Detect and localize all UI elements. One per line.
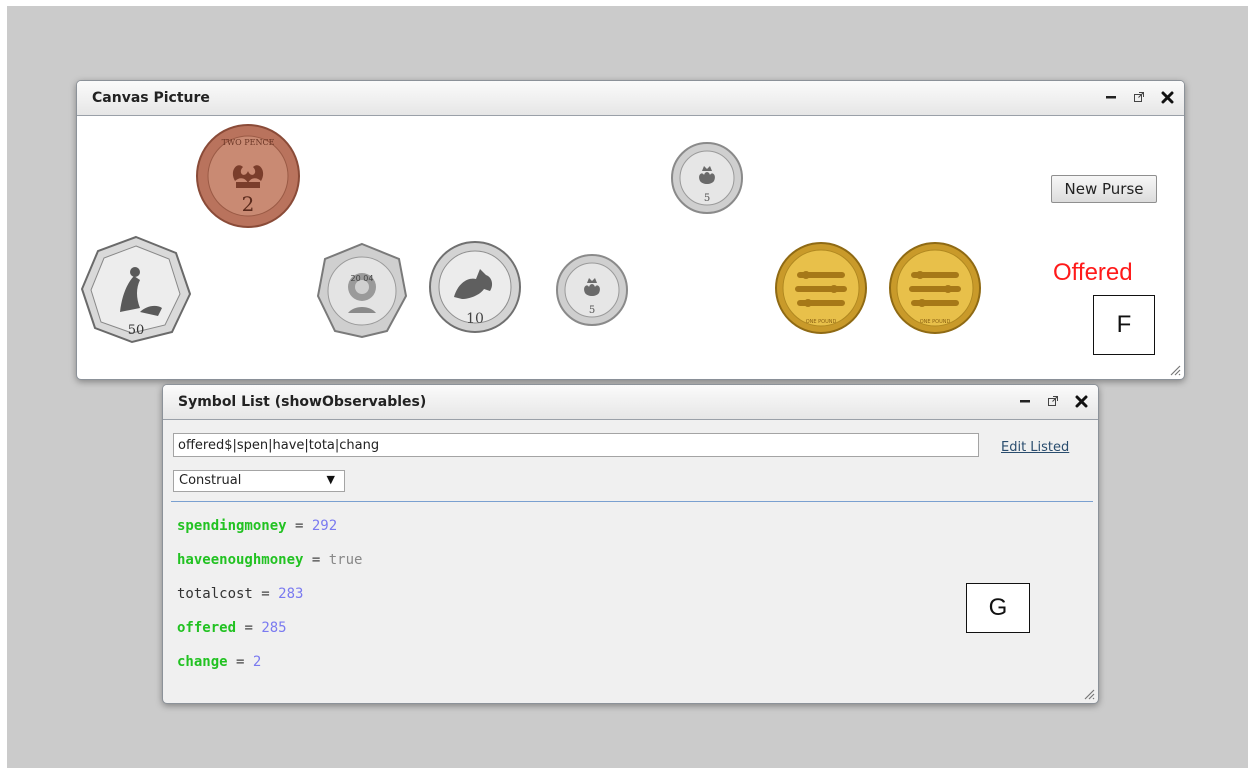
resize-grip-icon[interactable] bbox=[1081, 686, 1095, 700]
canvas-picture-window: Canvas Picture 2 TWO PENCE 5 50 20 04 10… bbox=[76, 80, 1185, 380]
svg-text:5: 5 bbox=[589, 305, 595, 316]
svg-text:TWO PENCE: TWO PENCE bbox=[222, 138, 275, 147]
construal-select-value: Construal bbox=[179, 473, 242, 488]
svg-text:10: 10 bbox=[466, 311, 484, 327]
observable-equals: = bbox=[303, 552, 329, 568]
construal-select[interactable]: Construal ▼ bbox=[173, 470, 345, 492]
resize-grip-icon[interactable] bbox=[1167, 362, 1181, 376]
coin-two-pence[interactable]: 2 TWO PENCE bbox=[195, 123, 301, 229]
observable-value: true bbox=[328, 552, 363, 568]
offered-status-text: Offered bbox=[1053, 259, 1133, 286]
observable-name[interactable]: haveenoughmoney bbox=[177, 552, 303, 568]
coin-one-pound-2[interactable]: ONE POUND bbox=[888, 241, 982, 335]
popout-icon[interactable] bbox=[1130, 87, 1148, 107]
minimize-icon[interactable] bbox=[1102, 87, 1120, 107]
annotation-label-f: F bbox=[1093, 295, 1155, 355]
observable-equals: = bbox=[227, 654, 253, 670]
observable-value: 283 bbox=[278, 586, 304, 602]
edit-listed-link[interactable]: Edit Listed bbox=[1001, 440, 1069, 455]
observable-name[interactable]: change bbox=[177, 654, 228, 670]
coin-one-pound-1[interactable]: ONE POUND bbox=[774, 241, 868, 335]
observable-equals: = bbox=[286, 518, 312, 534]
coin-fifty-pence[interactable]: 50 bbox=[80, 234, 192, 346]
annotation-label-g: G bbox=[966, 583, 1030, 633]
new-purse-button[interactable]: New Purse bbox=[1051, 175, 1157, 203]
svg-text:20 04: 20 04 bbox=[351, 274, 374, 283]
observable-name[interactable]: offered bbox=[177, 620, 236, 636]
observable-value: 285 bbox=[261, 620, 287, 636]
canvas-window-title: Canvas Picture bbox=[92, 90, 210, 106]
symbol-window-titlebar[interactable]: Symbol List (showObservables) bbox=[163, 385, 1098, 420]
svg-text:ONE POUND: ONE POUND bbox=[806, 319, 837, 325]
coin-five-pence-bottom[interactable]: 5 bbox=[555, 253, 629, 327]
observable-name[interactable]: totalcost bbox=[177, 586, 253, 602]
observable-value: 292 bbox=[311, 518, 338, 534]
coin-five-pence-top[interactable]: 5 bbox=[670, 141, 744, 215]
observable-row[interactable]: totalcost = 283 bbox=[177, 581, 362, 615]
divider bbox=[171, 501, 1093, 502]
observable-row[interactable]: change = 2 bbox=[177, 649, 362, 683]
observable-equals: = bbox=[236, 620, 262, 636]
svg-text:2: 2 bbox=[242, 192, 255, 216]
coin-twenty-pence[interactable]: 20 04 bbox=[315, 241, 409, 339]
close-icon[interactable] bbox=[1072, 391, 1090, 411]
symbol-filter-input[interactable] bbox=[173, 433, 979, 457]
svg-text:50: 50 bbox=[128, 323, 145, 338]
svg-text:ONE POUND: ONE POUND bbox=[920, 319, 951, 325]
observable-value: 2 bbox=[252, 654, 262, 670]
observable-name[interactable]: spendingmoney bbox=[177, 518, 287, 534]
symbol-window-title: Symbol List (showObservables) bbox=[178, 394, 427, 410]
observable-list: spendingmoney = 292 haveenoughmoney = tr… bbox=[177, 513, 362, 683]
observable-row[interactable]: spendingmoney = 292 bbox=[177, 513, 362, 547]
svg-text:5: 5 bbox=[704, 193, 710, 204]
minimize-icon[interactable] bbox=[1016, 391, 1034, 411]
popout-icon[interactable] bbox=[1044, 391, 1062, 411]
close-icon[interactable] bbox=[1158, 87, 1176, 107]
coin-ten-pence[interactable]: 10 bbox=[428, 239, 522, 335]
symbol-list-window: Symbol List (showObservables) Edit Liste… bbox=[162, 384, 1099, 704]
observable-row[interactable]: offered = 285 bbox=[177, 615, 362, 649]
dropdown-caret-icon: ▼ bbox=[326, 473, 335, 486]
observable-row[interactable]: haveenoughmoney = true bbox=[177, 547, 362, 581]
observable-equals: = bbox=[252, 586, 279, 602]
canvas-window-titlebar[interactable]: Canvas Picture bbox=[77, 81, 1184, 116]
